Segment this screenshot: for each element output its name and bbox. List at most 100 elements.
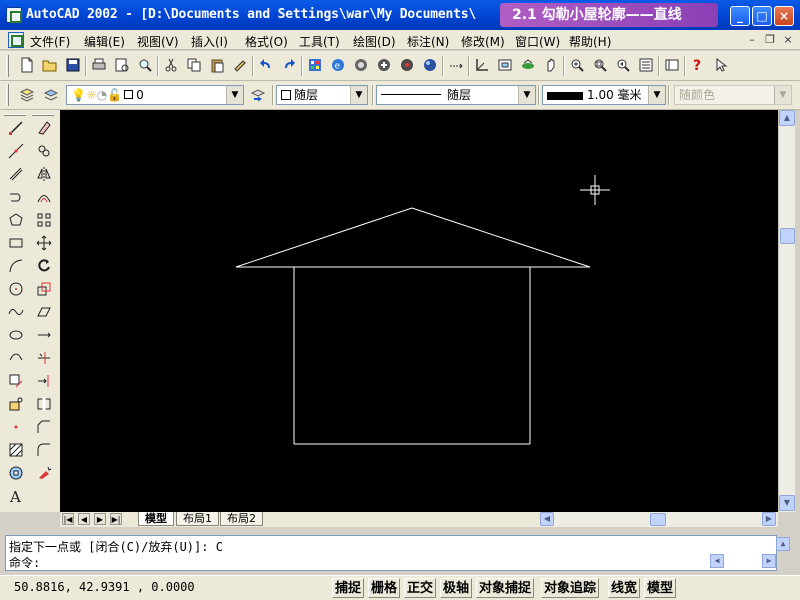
autocad-app-icon[interactable] — [6, 7, 22, 23]
region-tool[interactable] — [4, 463, 28, 486]
save-button[interactable] — [62, 55, 84, 77]
redo-button[interactable] — [278, 55, 300, 77]
menu-file[interactable]: 文件(F) — [30, 33, 70, 50]
chevron-down-icon[interactable]: ▼ — [350, 86, 367, 104]
layer-tool-button[interactable] — [350, 55, 372, 77]
tab-model[interactable]: 模型 — [138, 512, 174, 526]
distance-button[interactable] — [445, 55, 467, 77]
object-properties-button[interactable] — [373, 55, 395, 77]
menu-edit[interactable]: 编辑(E) — [84, 33, 125, 50]
stretch-tool[interactable] — [32, 302, 56, 325]
help-button[interactable]: ? — [687, 55, 709, 77]
3d-orbit-button[interactable] — [517, 55, 539, 77]
copy-object-tool[interactable] — [32, 141, 56, 164]
mirror-tool[interactable] — [32, 164, 56, 187]
lineweight-toggle[interactable]: 线宽 — [608, 578, 641, 598]
render-button[interactable] — [419, 55, 441, 77]
doc-restore-button[interactable]: ❐ — [762, 33, 778, 47]
horizontal-scroll-thumb[interactable] — [650, 513, 666, 526]
command-prompt[interactable]: 命令: — [9, 554, 40, 571]
chevron-down-icon[interactable]: ▼ — [226, 86, 243, 104]
drawing-svg[interactable] — [60, 110, 778, 512]
command-scroll-up-icon[interactable]: ▲ — [776, 537, 790, 551]
polar-toggle[interactable]: 极轴 — [440, 578, 473, 598]
scroll-left-arrow-icon[interactable]: ◀ — [540, 512, 554, 526]
command-scroll-left-icon[interactable]: ◀ — [710, 554, 724, 568]
first-tab-icon[interactable]: |◀ — [62, 513, 74, 525]
explode-tool[interactable] — [32, 463, 56, 486]
open-button[interactable] — [39, 55, 61, 77]
properties-button[interactable] — [635, 55, 657, 77]
break-tool[interactable] — [32, 394, 56, 417]
vertical-scrollbar[interactable]: ▲ ▼ — [778, 110, 795, 512]
pan-button[interactable] — [540, 55, 562, 77]
chevron-down-icon[interactable]: ▼ — [648, 86, 665, 104]
chevron-down-icon[interactable]: ▼ — [518, 86, 535, 104]
text-tool[interactable]: A — [4, 486, 28, 509]
close-button[interactable]: × — [774, 6, 794, 26]
chamfer-tool[interactable] — [32, 417, 56, 440]
rotate-tool[interactable] — [32, 256, 56, 279]
design-center-button[interactable] — [304, 55, 326, 77]
vertical-scroll-thumb[interactable] — [780, 228, 795, 244]
otrack-toggle[interactable]: 对象追踪 — [541, 578, 600, 598]
zoom-window-button[interactable] — [589, 55, 611, 77]
fillet-tool[interactable] — [32, 440, 56, 463]
paste-button[interactable] — [206, 55, 228, 77]
command-window[interactable]: 指定下一点或 [闭合(C)/放弃(U)]: C 命令: ▲ ◀ ▶ — [5, 535, 790, 571]
ellipse-tool[interactable] — [4, 325, 28, 348]
zoom-previous-button[interactable] — [612, 55, 634, 77]
scroll-down-arrow-icon[interactable]: ▼ — [779, 495, 795, 511]
drawing-canvas[interactable] — [60, 110, 778, 512]
cut-button[interactable] — [160, 55, 182, 77]
line-tool[interactable] — [4, 118, 28, 141]
menu-tools[interactable]: 工具(T) — [299, 33, 340, 50]
toolbar-grip[interactable] — [6, 84, 9, 106]
layer-previous-button[interactable] — [248, 84, 270, 106]
next-tab-icon[interactable]: ▶ — [94, 513, 106, 525]
menu-draw[interactable]: 绘图(D) — [353, 33, 396, 50]
menu-window[interactable]: 窗口(W) — [515, 33, 560, 50]
layer-manager-button[interactable] — [16, 84, 38, 106]
multiline-tool[interactable] — [4, 164, 28, 187]
lengthen-tool[interactable] — [32, 325, 56, 348]
scroll-up-arrow-icon[interactable]: ▲ — [779, 110, 795, 126]
polyline-tool[interactable] — [4, 187, 28, 210]
arc-tool[interactable] — [4, 256, 28, 279]
zoom-realtime-button[interactable] — [566, 55, 588, 77]
construction-line-tool[interactable] — [4, 141, 28, 164]
print-button[interactable] — [88, 55, 110, 77]
hatch-tool[interactable] — [4, 440, 28, 463]
roof-right-line[interactable] — [411, 207, 591, 268]
menu-modify[interactable]: 修改(M) — [461, 33, 505, 50]
undo-button[interactable] — [255, 55, 277, 77]
make-layer-current-button[interactable] — [40, 84, 62, 106]
coordinate-readout[interactable]: 50.8816, 42.9391 , 0.0000 — [14, 580, 195, 594]
doc-minimize-button[interactable]: – — [744, 33, 760, 47]
osnap-toggle[interactable]: 对象捕捉 — [476, 578, 535, 598]
new-button[interactable] — [16, 55, 38, 77]
toolbar-grip[interactable] — [32, 114, 54, 116]
insert-block-tool[interactable] — [4, 371, 28, 394]
trim-tool[interactable] — [32, 348, 56, 371]
adcenter-button[interactable] — [661, 55, 683, 77]
internet-button[interactable]: e — [327, 55, 349, 77]
scroll-right-arrow-icon[interactable]: ▶ — [762, 512, 776, 526]
minimize-button[interactable]: _ — [730, 6, 750, 26]
snap-toggle[interactable]: 捕捉 — [332, 578, 365, 598]
toolbar-grip[interactable] — [4, 114, 26, 116]
make-block-tool[interactable] — [4, 394, 28, 417]
ucs-button[interactable] — [471, 55, 493, 77]
horizontal-scrollbar[interactable]: ◀ ▶ — [540, 512, 778, 527]
erase-tool[interactable] — [32, 118, 56, 141]
find-button[interactable] — [134, 55, 156, 77]
offset-tool[interactable] — [32, 187, 56, 210]
tab-layout2[interactable]: 布局2 — [220, 512, 263, 526]
menu-insert[interactable]: 插入(I) — [191, 33, 228, 50]
circle-tool[interactable] — [4, 279, 28, 302]
menu-format[interactable]: 格式(O) — [245, 33, 288, 50]
menu-dimension[interactable]: 标注(N) — [407, 33, 449, 50]
polygon-tool[interactable] — [4, 210, 28, 233]
layer-combo[interactable]: 💡☼◔🔓 0 ▼ — [66, 85, 244, 105]
prev-tab-icon[interactable]: ◀ — [78, 513, 90, 525]
